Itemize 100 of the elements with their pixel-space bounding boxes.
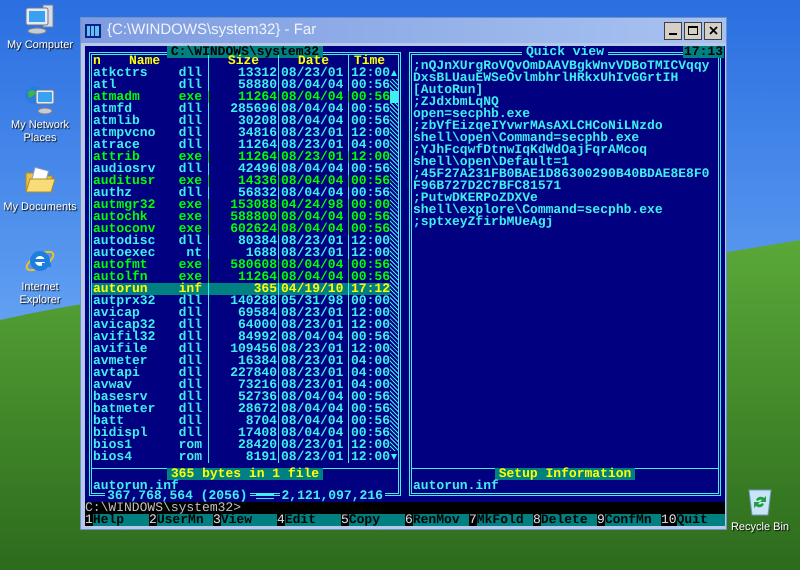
function-key[interactable]: 5Copy <box>341 514 405 526</box>
file-time: 12:00 <box>351 449 390 464</box>
clock-text: 17:13 <box>682 46 724 58</box>
file-extension: dll <box>178 163 202 175</box>
file-extension: dll <box>178 67 202 79</box>
file-date: 08/04/04 <box>281 221 344 236</box>
file-time: 00:56 <box>351 401 390 416</box>
scrollbar-thumb[interactable] <box>390 91 398 103</box>
function-key[interactable]: 1Help <box>85 514 149 526</box>
column-header[interactable]: n <box>93 55 129 67</box>
file-size: 13312 <box>238 65 277 80</box>
file-time: 00:00 <box>351 197 390 212</box>
file-name: avtapi <box>93 367 140 379</box>
file-extension: dll <box>178 415 202 427</box>
function-key[interactable]: 10Quit <box>661 514 725 526</box>
file-extension: dll <box>178 319 202 331</box>
file-name: authz <box>93 187 132 199</box>
file-extension: dll <box>178 187 202 199</box>
file-extension: dll <box>178 403 202 415</box>
file-time: 00:56 <box>351 413 390 428</box>
file-time: 00:56 <box>351 329 390 344</box>
file-time: 00:56 <box>351 101 390 116</box>
file-name: auditusr <box>93 175 156 187</box>
file-time: 00:56 <box>351 221 390 236</box>
file-time: 12:00 <box>351 233 390 248</box>
file-extension: rom <box>178 439 202 451</box>
file-content-line: ;sptxeyZfirbMUeAgj <box>413 216 554 228</box>
file-size: 42496 <box>238 161 277 176</box>
file-time: 00:56 <box>351 185 390 200</box>
file-date: 08/04/04 <box>281 173 344 188</box>
file-size: 28420 <box>238 437 277 452</box>
file-time: 12:00 <box>351 245 390 260</box>
file-row[interactable]: atkctrs dll 13312 08/23/01 12:00 <box>92 67 390 79</box>
column-header[interactable]: Time <box>354 55 386 67</box>
file-date: 04/24/98 <box>281 197 344 212</box>
file-name: autoexec <box>93 247 156 259</box>
file-time: 17:12 <box>351 281 390 296</box>
file-size: 28672 <box>238 401 277 416</box>
file-content-line: [AutoRun] <box>413 84 484 96</box>
file-time: 12:00 <box>351 149 390 164</box>
command-prompt[interactable]: C:\WINDOWS\system32> <box>85 500 242 515</box>
function-key[interactable]: 2UserMn <box>149 514 213 526</box>
column-header[interactable]: Name <box>129 55 160 67</box>
file-row[interactable]: bios4 rom 8191 08/23/01 12:00 <box>92 451 390 463</box>
file-size: 11264 <box>238 269 277 284</box>
file-size: 58880 <box>238 77 277 92</box>
function-key[interactable]: 3View <box>213 514 277 526</box>
file-date: 08/23/01 <box>281 233 344 248</box>
file-date: 08/23/01 <box>281 65 344 80</box>
file-extension: dll <box>178 367 202 379</box>
desktop-icon-label[interactable]: Recycle Bin <box>728 521 792 534</box>
file-name: audiosrv <box>93 163 156 175</box>
file-date: 08/04/04 <box>281 113 344 128</box>
file-row[interactable]: autorun inf 365 04/19/10 17:12 <box>92 283 390 295</box>
file-date: 08/04/04 <box>281 425 344 440</box>
file-extension: dll <box>178 127 202 139</box>
file-date: 08/23/01 <box>281 125 344 140</box>
desktop-icon-label[interactable]: My Computer <box>4 39 76 52</box>
file-name: atmadm <box>93 91 140 103</box>
minimize-button[interactable] <box>664 22 682 40</box>
file-extension: dll <box>178 427 202 439</box>
file-size: 153088 <box>230 197 277 212</box>
function-key[interactable]: 6RenMov <box>405 514 469 526</box>
file-extension: exe <box>178 211 202 223</box>
file-name: atmlib <box>93 115 140 127</box>
file-date: 08/04/04 <box>281 209 344 224</box>
desktop-icon-label[interactable]: My Network Places <box>0 119 80 145</box>
file-time: 00:56 <box>351 173 390 188</box>
file-name: batmeter <box>93 403 156 415</box>
file-extension: exe <box>178 175 202 187</box>
file-date: 08/04/04 <box>281 401 344 416</box>
file-size: 80384 <box>238 233 277 248</box>
function-key[interactable]: 4Edit <box>277 514 341 526</box>
file-content-line: F96B727D2C7BFC81571 <box>413 180 562 192</box>
file-size: 140288 <box>230 293 277 308</box>
file-content-line: ;zbVfEizqeIYvwrMAsAXLCHCoNiLNzdo <box>413 120 664 132</box>
maximize-button[interactable] <box>684 22 702 40</box>
file-date: 08/23/01 <box>281 353 344 368</box>
function-key[interactable]: 9ConfMn <box>597 514 661 526</box>
file-content-line: ;YJhFcqwfDtnwIqKdWdOajFqrAMcoq <box>413 144 648 156</box>
file-time: 12:00 <box>351 65 390 80</box>
file-date: 04/19/10 <box>281 281 344 296</box>
file-date: 08/04/04 <box>281 389 344 404</box>
file-date: 08/23/01 <box>281 245 344 260</box>
file-extension: inf <box>178 283 202 295</box>
file-time: 00:56 <box>351 425 390 440</box>
file-extension: dll <box>178 355 202 367</box>
file-size: 109456 <box>230 341 277 356</box>
file-name: bios4 <box>93 451 132 463</box>
function-key[interactable]: 8Delete <box>533 514 597 526</box>
file-name: bios1 <box>93 439 132 451</box>
scrollbar-track[interactable] <box>390 79 398 451</box>
file-extension: dll <box>178 295 202 307</box>
function-key[interactable]: 7MkFold <box>469 514 533 526</box>
file-size: 30208 <box>238 113 277 128</box>
file-extension: dll <box>178 79 202 91</box>
file-name: bidispl <box>93 427 148 439</box>
file-time: 12:00 <box>351 305 390 320</box>
close-button[interactable] <box>704 22 722 40</box>
file-extension: dll <box>178 103 202 115</box>
